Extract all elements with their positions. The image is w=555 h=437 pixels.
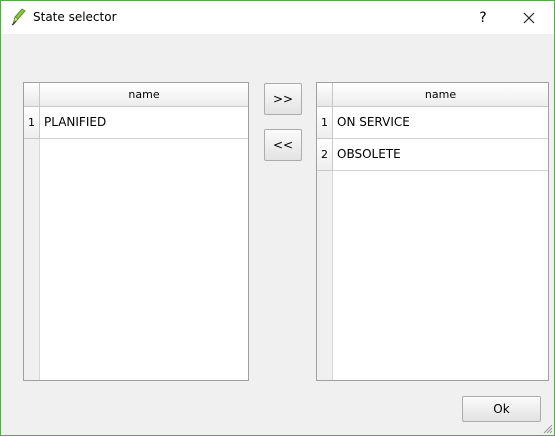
row-number[interactable]: 2: [317, 139, 333, 171]
table-row[interactable]: 1 PLANIFIED: [24, 107, 248, 139]
table-cell[interactable]: PLANIFIED: [40, 107, 248, 139]
table-cell[interactable]: ON SERVICE: [333, 107, 548, 139]
close-button[interactable]: [515, 5, 543, 31]
help-button[interactable]: ?: [469, 5, 497, 31]
column-header-name[interactable]: name: [40, 83, 248, 107]
move-left-button[interactable]: <<: [264, 129, 302, 161]
row-gutter: [24, 107, 40, 380]
close-icon: [523, 12, 535, 24]
row-number[interactable]: 1: [317, 107, 333, 139]
app-icon: [10, 8, 26, 26]
window-title: State selector: [33, 10, 117, 24]
table-row[interactable]: 1 ON SERVICE: [317, 107, 548, 139]
ok-button[interactable]: Ok: [462, 396, 541, 422]
dialog-window: State selector ? name 1 PLANIFIED >> << …: [0, 0, 555, 436]
table-row[interactable]: 2 OBSOLETE: [317, 139, 548, 171]
table-cell[interactable]: OBSOLETE: [333, 139, 548, 171]
title-bar: State selector ?: [1, 1, 554, 34]
column-header-name[interactable]: name: [333, 83, 548, 107]
selected-states-table[interactable]: name 1 ON SERVICE 2 OBSOLETE: [316, 82, 549, 381]
table-corner-button[interactable]: [24, 83, 40, 107]
available-states-table[interactable]: name 1 PLANIFIED: [23, 82, 249, 381]
size-grip-icon[interactable]: [541, 422, 553, 434]
table-corner-button[interactable]: [317, 83, 333, 107]
row-number[interactable]: 1: [24, 107, 40, 139]
move-right-button[interactable]: >>: [264, 83, 302, 115]
